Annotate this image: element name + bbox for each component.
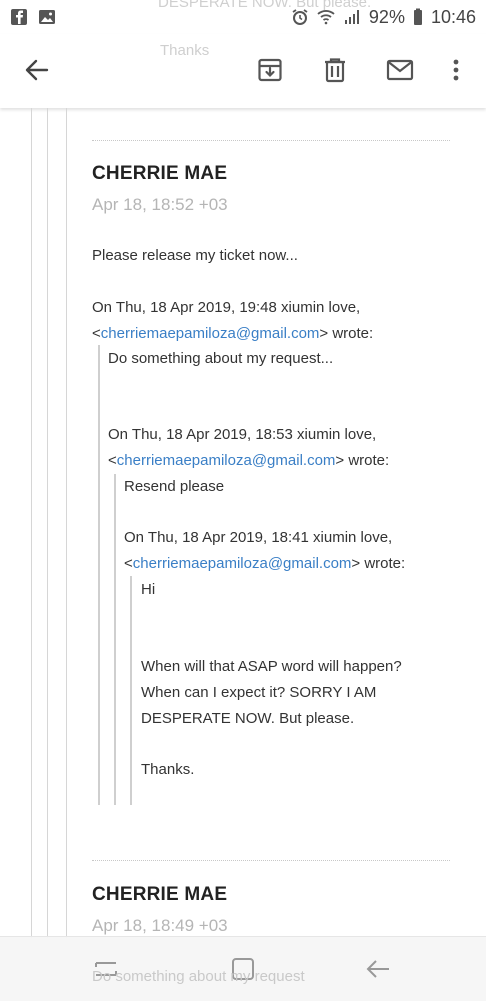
thread-line <box>47 108 48 938</box>
sender-name[interactable]: CHERRIE MAE <box>92 884 227 906</box>
sender-name[interactable]: CHERRIE MAE <box>92 163 227 185</box>
quote-header: On Thu, 18 Apr 2019, 19:48 xiumin love, … <box>92 299 374 342</box>
email-link[interactable]: cherriemaepamiloza@gmail.com <box>133 555 352 572</box>
quote-bar <box>114 474 116 805</box>
quote-bar <box>98 345 100 805</box>
mail-icon <box>386 59 414 81</box>
email-link[interactable]: cherriemaepamiloza@gmail.com <box>117 452 336 469</box>
quoted-text: Hi <box>141 581 156 598</box>
message-body: Please release my ticket now... <box>92 247 298 264</box>
quoted-text: When will that ASAP word will happen? <box>141 658 402 675</box>
message-date: Apr 18, 18:49 +03 <box>92 916 228 935</box>
message-preview: Do something about my request <box>92 968 305 985</box>
facebook-icon <box>10 8 28 26</box>
mark-unread-button[interactable] <box>382 52 418 88</box>
message-separator <box>92 860 450 861</box>
nav-back-button[interactable] <box>362 953 394 985</box>
trash-icon <box>325 58 345 83</box>
thread-line <box>66 108 67 938</box>
nav-back-icon <box>366 960 389 978</box>
quoted-text: Resend please <box>124 478 225 495</box>
thread-line <box>31 108 32 938</box>
quoted-text: Thanks. <box>141 761 195 778</box>
more-options-button[interactable] <box>438 52 474 88</box>
quote-header: On Thu, 18 Apr 2019, 18:53 xiumin love, … <box>108 426 390 469</box>
quote-header: On Thu, 18 Apr 2019, 18:41 xiumin love, … <box>124 529 406 572</box>
quoted-text: DESPERATE NOW. But please. <box>141 710 355 727</box>
delete-button[interactable] <box>317 52 353 88</box>
ghost-text-top: DESPERATE NOW. But please. <box>158 0 372 11</box>
back-button[interactable] <box>19 52 55 88</box>
more-vert-icon <box>453 59 459 81</box>
app-bar <box>0 34 486 108</box>
message-separator <box>92 140 450 141</box>
message-date: Apr 18, 18:52 +03 <box>92 195 228 214</box>
archive-icon <box>258 58 282 82</box>
quote-bar <box>130 576 132 805</box>
ghost-text-second: Thanks <box>160 42 210 59</box>
gallery-icon <box>38 8 56 26</box>
battery-percent: 92% <box>368 6 405 27</box>
clock: 10:46 <box>430 6 476 27</box>
arrow-back-icon <box>25 59 49 81</box>
archive-button[interactable] <box>252 52 288 88</box>
email-link[interactable]: cherriemaepamiloza@gmail.com <box>101 325 320 342</box>
quoted-text: When can I expect it? SORRY I AM <box>141 684 377 701</box>
battery-icon <box>413 8 423 26</box>
quoted-text: Do something about my request... <box>108 350 334 367</box>
